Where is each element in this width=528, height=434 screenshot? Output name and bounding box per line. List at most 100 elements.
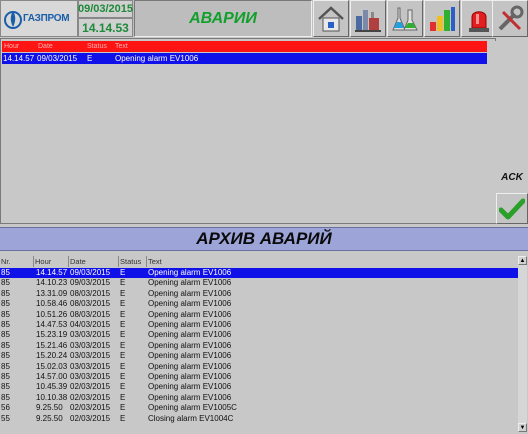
archive-row[interactable]: 85 10.45.39 02/03/2015 E Opening alarm EV100… [0,382,518,392]
current-time: 14.14.53 [78,18,133,37]
cell-text: Opening alarm EV1006 [148,278,232,288]
cell-date: 09/03/2015 [70,278,111,288]
cell-text: Opening alarm EV1006 [148,299,232,309]
col-text-header: Text [148,257,162,266]
cell-date: 02/03/2015 [70,413,111,423]
col-status-header: Status [119,256,147,267]
cell-date: 03/03/2015 [70,361,111,371]
cell-text: Opening alarm EV1006 [115,54,199,63]
cell-date: 03/03/2015 [70,330,111,340]
cell-status: E [120,320,126,329]
home-button[interactable] [313,0,349,37]
archive-row[interactable]: 85 14.14.57 09/03/2015 E Opening alarm EV100… [0,268,518,279]
col-hour-header: Hour [34,256,69,267]
trends-button[interactable] [424,0,460,37]
archive-row[interactable]: 85 10.10.38 02/03/2015 E Opening alarm EV100… [0,393,518,403]
cell-status: E [120,361,126,371]
cell-hour: 10.51.26 [36,309,68,319]
cell-date: 08/03/2015 [70,309,111,319]
cell-date: 09/03/2015 [70,268,111,277]
current-alarm-row[interactable]: 14.14.57 09/03/2015 E Opening alarm EV10… [2,53,487,64]
archive-alarms-table[interactable]: Nr. Hour Date Status Text 85 14.14.57 09/0… [0,254,528,434]
archive-row[interactable]: 85 15.21.46 03/03/2015 E Opening alarm EV100… [0,341,518,351]
cell-status: E [120,309,126,319]
cell-hour: 15.23.19 [36,330,68,340]
col-nr-header: Nr. [0,256,34,267]
col-text-header: Text [115,43,128,50]
col-hour-header: Hour [4,43,20,50]
cell-date: 09/03/2015 [37,54,78,63]
cell-hour: 14.14.57 [36,268,68,277]
cell-nr: 85 [1,278,10,288]
scroll-down-arrow-icon[interactable]: ▼ [518,423,527,432]
current-alarms-scrollbar[interactable] [488,41,496,223]
cell-nr: 85 [1,351,10,361]
cell-text: Opening alarm EV1006 [148,361,232,371]
cell-nr: 85 [1,372,10,381]
cell-nr: 85 [1,299,10,309]
cell-text: Opening alarm EV1006 [148,392,232,402]
cell-nr: 85 [1,330,10,340]
cell-hour: 15.02.03 [36,361,68,371]
plant-button[interactable] [350,0,386,37]
cell-hour: 15.21.46 [36,340,68,350]
archive-row[interactable]: 85 13.31.09 08/03/2015 E Opening alarm EV100… [0,289,518,299]
cell-hour: 10.10.38 [36,392,68,402]
cell-status: E [120,382,126,392]
ack-button[interactable] [496,193,528,224]
cell-text: Opening alarm EV1006 [148,372,232,381]
lab-button[interactable] [387,0,423,37]
cell-nr: 56 [1,403,10,413]
scroll-up-arrow-icon[interactable]: ▲ [518,256,527,265]
cell-hour: 14.10.23 [36,278,68,288]
cell-hour: 15.20.24 [36,351,68,361]
col-date-header: Date [69,256,119,267]
archive-row[interactable]: 85 14.47.53 04/03/2015 E Opening alarm EV100… [0,320,518,330]
cell-text: Opening alarm EV1006 [148,288,232,298]
col-date-header: Date [38,43,53,50]
cell-date: 03/03/2015 [70,351,111,361]
alarm-beacon-icon [469,10,489,32]
cell-nr: 85 [1,309,10,319]
gas-flame-icon [4,10,22,29]
archive-row[interactable]: 85 14.10.23 09/03/2015 E Opening alarm EV100… [0,278,518,288]
gazprom-logo: ГАЗПРОМ [0,0,78,37]
cell-text: Opening alarm EV1005C [148,403,237,413]
cell-status: E [120,403,126,413]
current-date: 09/03/2015 [78,0,133,18]
cell-nr: 85 [1,382,10,392]
current-alarms-table[interactable]: Hour Date Status Text 14.14.57 09/03/201… [0,38,496,224]
cell-status: E [120,268,126,277]
cell-text: Opening alarm EV1006 [148,330,232,340]
archive-header: Nr. Hour Date Status Text [0,256,518,267]
cell-hour: 14.47.53 [36,320,68,329]
archive-row[interactable]: 85 15.20.24 03/03/2015 E Opening alarm EV100… [0,351,518,361]
cell-date: 08/03/2015 [70,288,111,298]
cell-hour: 14.14.57 [3,54,35,63]
cell-text: Opening alarm EV1006 [148,351,232,361]
lab-flask-icon [392,7,418,30]
archive-row[interactable]: 85 10.58.46 08/03/2015 E Opening alarm EV100… [0,299,518,309]
tools-button[interactable] [492,0,528,37]
cell-date: 02/03/2015 [70,382,111,392]
cell-nr: 55 [1,413,10,423]
cell-status: E [87,54,93,63]
tools-icon [498,5,524,30]
archive-row[interactable]: 85 10.51.26 08/03/2015 E Opening alarm EV100… [0,310,518,320]
current-alarms-header: Hour Date Status Text [2,41,487,52]
cell-hour: 13.31.09 [36,288,68,298]
cell-text: Opening alarm EV1006 [148,309,232,319]
cell-nr: 85 [1,392,10,402]
archive-row[interactable]: 56 9.25.50 02/03/2015 E Opening alarm EV1005… [0,403,518,413]
archive-scrollbar[interactable]: ▲ ▼ [518,256,527,432]
logo-text: ГАЗПРОМ [23,13,70,24]
archive-row[interactable]: 85 14.57.00 03/03/2015 E Opening alarm EV100… [0,372,518,382]
archive-row[interactable]: 55 9.25.50 02/03/2015 E Closing alarm EV1004… [0,414,518,424]
page-title: АВАРИИ [134,0,312,37]
cell-hour: 9.25.50 [36,403,63,413]
cell-hour: 10.45.39 [36,382,68,392]
bar-chart-icon [430,6,455,31]
archive-row[interactable]: 85 15.02.03 03/03/2015 E Opening alarm EV100… [0,362,518,372]
archive-row[interactable]: 85 15.23.19 03/03/2015 E Opening alarm EV100… [0,330,518,340]
cell-hour: 10.58.46 [36,299,68,309]
